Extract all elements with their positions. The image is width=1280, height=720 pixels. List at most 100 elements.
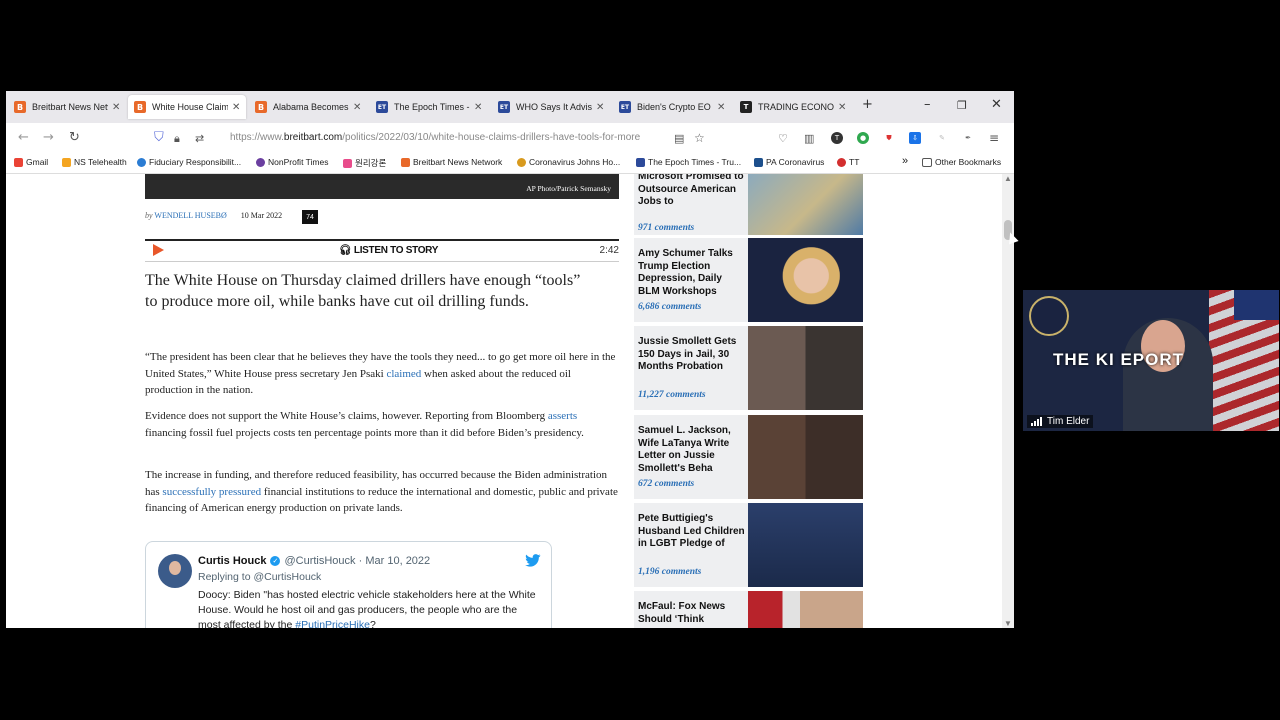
card-thumbnail[interactable] <box>748 326 863 410</box>
avatar[interactable] <box>158 554 192 588</box>
listen-label: 🎧︎ LISTEN TO STORY <box>339 245 439 256</box>
bookmark-breitbart[interactable]: Breitbart News Network <box>401 157 502 167</box>
card-title[interactable]: Microsoft Promised to Outsource American… <box>638 174 746 209</box>
new-tab-plus-icon[interactable]: + <box>862 97 873 112</box>
tab-biden-crypto[interactable]: ET Biden's Crypto EO W ✕ <box>613 95 731 119</box>
close-icon[interactable]: ✕ <box>596 102 604 113</box>
trading-economics-favicon-icon: T <box>740 101 752 113</box>
sidebar-icon[interactable]: ▥ <box>804 132 814 145</box>
breitbart-favicon-icon: B <box>255 101 267 113</box>
permissions-icon[interactable]: ⇄ <box>195 132 204 145</box>
bookmark-ns-telehealth[interactable]: NS Telehealth <box>62 157 127 167</box>
sidebar-card[interactable]: Jussie Smollett Gets 150 Days in Jail, 3… <box>634 326 863 410</box>
article-paragraph-3: The increase in funding, and therefore r… <box>145 469 618 514</box>
bookmark-johns-hopkins[interactable]: Coronavirus Johns Ho... <box>517 157 620 167</box>
card-comments[interactable]: 11,227 comments <box>638 390 706 400</box>
scroll-up-arrow-icon[interactable]: ▲ <box>1004 174 1012 183</box>
sidebar-card[interactable]: Microsoft Promised to Outsource American… <box>634 174 863 235</box>
wordpress-icon <box>137 157 146 167</box>
back-arrow-icon[interactable]: ← <box>18 130 29 145</box>
asserts-link[interactable]: asserts <box>548 410 577 422</box>
globe-icon <box>256 157 265 167</box>
card-comments[interactable]: 6,686 comments <box>638 302 701 312</box>
bookmark-gmail[interactable]: Gmail <box>14 157 48 167</box>
sidebar-card[interactable]: Amy Schumer Talks Trump Election Depress… <box>634 238 863 322</box>
card-thumbnail[interactable] <box>748 591 863 628</box>
star-bookmark-icon[interactable]: ☆ <box>694 131 705 145</box>
extension-green-icon[interactable]: ● <box>857 132 869 144</box>
shield-icon[interactable]: ⛉ <box>154 130 164 145</box>
extension-pen-icon[interactable]: ✒ <box>962 132 974 144</box>
restore-icon[interactable]: ❐ <box>957 99 967 112</box>
close-icon[interactable]: ✕ <box>717 102 725 113</box>
card-thumbnail[interactable] <box>748 415 863 499</box>
claimed-link[interactable]: claimed <box>386 368 421 380</box>
scroll-down-arrow-icon[interactable]: ▼ <box>1004 619 1012 628</box>
card-comments[interactable]: 971 comments <box>638 223 694 233</box>
sidebar-card[interactable]: Pete Buttigieg's Husband Led Children in… <box>634 503 863 587</box>
card-title[interactable]: Amy Schumer Talks Trump Election Depress… <box>638 248 746 298</box>
embedded-tweet[interactable]: Curtis Houck ✓ @CurtisHouck · Mar 10, 2022… <box>145 541 552 628</box>
listen-to-story-player[interactable]: 🎧︎ LISTEN TO STORY 2:42 <box>145 239 619 262</box>
play-icon[interactable] <box>153 244 164 256</box>
successfully-pressured-link[interactable]: successfully pressured <box>162 486 261 498</box>
extension-t-icon[interactable]: T <box>831 132 843 144</box>
card-thumbnail[interactable] <box>748 238 863 322</box>
close-icon[interactable]: ✕ <box>232 102 240 113</box>
pocket-icon[interactable]: ♡ <box>778 132 788 145</box>
other-bookmarks[interactable]: Other Bookmarks <box>922 157 1001 167</box>
bookmark-pa-coronavirus[interactable]: PA Coronavirus <box>754 157 824 167</box>
minimize-icon[interactable]: – <box>924 97 931 112</box>
breitbart-favicon-icon: B <box>134 101 146 113</box>
card-title[interactable]: McFaul: Fox News Should ‘Think <box>638 601 746 626</box>
tab-alabama[interactable]: B Alabama Becomes 2 ✕ <box>249 95 367 119</box>
hashtag-link[interactable]: #PutinPriceHike <box>295 619 370 628</box>
sidebar-card[interactable]: McFaul: Fox News Should ‘Think <box>634 591 863 628</box>
close-icon[interactable]: ✕ <box>838 102 846 113</box>
close-icon[interactable]: ✕ <box>353 102 361 113</box>
epoch-times-favicon-icon: ET <box>619 101 631 113</box>
card-comments[interactable]: 672 comments <box>638 479 694 489</box>
card-thumbnail[interactable] <box>748 174 863 235</box>
tab-white-house-claims[interactable]: B White House Claims ✕ <box>128 95 246 119</box>
breitbart-favicon-icon <box>401 157 410 167</box>
bookmark-fiduciary[interactable]: Fiduciary Responsibilit... <box>137 157 241 167</box>
more-bookmarks-chevron-icon[interactable]: » <box>902 155 908 167</box>
jhu-icon <box>517 157 526 167</box>
url-bar[interactable]: https://www.breitbart.com/politics/2022/… <box>230 132 666 143</box>
tab-breitbart-home[interactable]: B Breitbart News Netw ✕ <box>8 95 126 119</box>
author-link[interactable]: WENDELL HUSEBØ <box>154 211 226 220</box>
nav-bar: ← → ↻ ⛉ 🔒︎ ⇄ https://www.breitbart.com/p… <box>6 123 1014 153</box>
close-icon[interactable]: ✕ <box>112 102 120 113</box>
close-window-icon[interactable]: ✕ <box>991 97 1002 112</box>
twitter-bird-icon[interactable] <box>525 554 541 567</box>
folder-icon <box>62 157 71 167</box>
tweet-author[interactable]: Curtis Houck ✓ @CurtisHouck · Mar 10, 2022 <box>198 555 430 567</box>
extension-red-icon[interactable]: ⛊ <box>883 132 895 144</box>
reload-icon[interactable]: ↻ <box>69 130 80 145</box>
card-thumbnail[interactable] <box>748 503 863 587</box>
verified-icon: ✓ <box>270 556 281 567</box>
card-title[interactable]: Samuel L. Jackson, Wife LaTanya Write Le… <box>638 425 746 475</box>
menu-icon[interactable]: ≡ <box>989 131 999 145</box>
tab-trading-economics[interactable]: T TRADING ECONOMI ✕ <box>734 95 852 119</box>
comment-count-badge[interactable]: 74 <box>302 210 318 224</box>
close-icon[interactable]: ✕ <box>474 102 482 113</box>
sidebar-card[interactable]: Samuel L. Jackson, Wife LaTanya Write Le… <box>634 415 863 499</box>
tab-who-says[interactable]: ET WHO Says It Advise ✕ <box>492 95 610 119</box>
forward-arrow-icon[interactable]: → <box>43 130 54 145</box>
bookmark-nonprofit-times[interactable]: NonProfit Times <box>256 157 328 167</box>
bookmark-tt[interactable]: TT <box>837 157 859 167</box>
card-comments[interactable]: 1,196 comments <box>638 567 701 577</box>
extension-gray-icon[interactable]: ✎ <box>936 132 948 144</box>
tab-epoch-times[interactable]: ET The Epoch Times - T ✕ <box>370 95 488 119</box>
bookmark-epoch-times[interactable]: The Epoch Times - Tru... <box>636 157 741 167</box>
lock-icon[interactable]: 🔒︎ <box>174 132 180 146</box>
bookmark-korean[interactable]: 원리강론 <box>343 157 386 169</box>
reader-view-icon[interactable]: ▤ <box>674 132 684 145</box>
page-content: AP Photo/Patrick Semansky by WENDELL HUS… <box>6 174 1002 628</box>
download-icon[interactable]: ⇩ <box>909 132 921 144</box>
card-title[interactable]: Jussie Smollett Gets 150 Days in Jail, 3… <box>638 336 746 374</box>
participant-name: Tim Elder <box>1027 415 1094 428</box>
card-title[interactable]: Pete Buttigieg's Husband Led Children in… <box>638 513 746 551</box>
